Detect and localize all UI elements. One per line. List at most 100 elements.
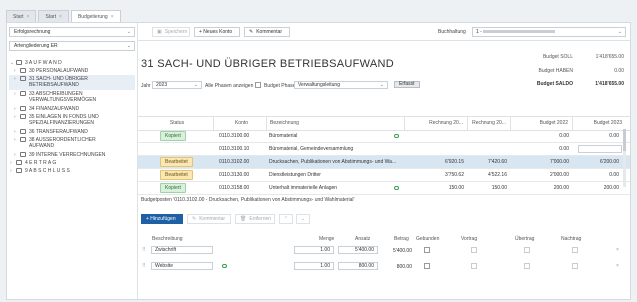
chevron-down-icon: ⌄ [193, 82, 198, 88]
comment-icon[interactable] [394, 186, 399, 190]
chevron-right-icon[interactable]: › [10, 160, 12, 166]
nachtrag-checkbox[interactable] [572, 263, 578, 269]
tree-node-35[interactable]: › 35 EINLAGEN IN FONDS UND SPEZIALFINANZ… [9, 113, 135, 128]
remove-button[interactable]: 🗑 Entfernen [235, 214, 275, 224]
chevron-down-icon[interactable]: ⌄ [10, 60, 14, 66]
ansatz-input[interactable]: 800.00 [338, 262, 378, 270]
tree-node-label: AUFWAND [29, 143, 55, 149]
tab-budgetierung[interactable]: Budgetierung × [70, 10, 121, 23]
chevron-right-icon[interactable]: › [14, 114, 16, 120]
bezeichnung-cell: Büromaterial, Gemeindeversammlung [269, 146, 354, 152]
tree-node-label: 4 E R T R A G [25, 160, 57, 166]
chevron-right-icon[interactable]: › [14, 152, 16, 158]
chevron-right-icon[interactable]: › [14, 129, 16, 135]
col-status[interactable]: Status [138, 117, 213, 130]
ansatz-input[interactable]: 5'400.00 [338, 246, 378, 254]
col-bezeichnung[interactable]: Bezeichnung [266, 117, 404, 130]
gebunden-checkbox[interactable] [424, 247, 430, 253]
new-account-label: + Neues Konto [199, 29, 233, 35]
save-button-label: Speichern [164, 29, 188, 35]
table-row[interactable]: Bearbeitet 0110.3130.00 Dienstleistungen… [138, 169, 630, 182]
gebunden-checkbox[interactable] [424, 263, 430, 269]
comment-icon[interactable] [222, 264, 227, 268]
tree-node-36[interactable]: › 36 TRANSFERAUFWAND [9, 128, 135, 136]
close-icon[interactable]: × [616, 263, 619, 269]
save-button[interactable]: ▣ Speichern [152, 27, 190, 37]
tree-node-33[interactable]: › 33 ABSCHREIBUNGEN VERWALTUNGSVERMÖGEN [9, 90, 135, 105]
budget-soll-label: Budget SOLL [542, 54, 573, 60]
chevron-down-icon: ⌄ [126, 43, 131, 49]
tree-node-aufwand[interactable]: ⌄ 3 A U F W A N D [9, 59, 135, 67]
beschreibung-input[interactable]: Website [151, 262, 213, 270]
tree-node-30[interactable]: › 30 PERSONALAUFWAND [9, 67, 135, 75]
folder-icon [20, 114, 26, 119]
tree-node-39[interactable]: › 39 INTERNE VERRECHNUNGEN [9, 151, 135, 159]
add-button[interactable]: + Hinzufügen [141, 214, 183, 224]
report-select-value: Erfolgsrechnung [14, 29, 51, 35]
close-icon[interactable]: × [27, 11, 30, 23]
main-panel: ▣ Speichern + Neues Konto ✎ Kommentar Buch… [138, 23, 630, 299]
col-konto[interactable]: Konto [213, 117, 266, 130]
col-rechnung-1[interactable]: Rechnung 20... [404, 117, 467, 130]
menge-input[interactable]: 1.00 [294, 246, 334, 254]
chevron-right-icon[interactable]: › [14, 68, 16, 74]
tab-start-1[interactable]: Start × [6, 10, 37, 23]
comment-button[interactable]: ✎ Kommentar [244, 27, 290, 37]
tree-node-abschluss[interactable]: › 9 A B S C H L U S S [9, 167, 135, 175]
beschreibung-input[interactable]: Zwischrift [151, 246, 213, 254]
budget-2023-input[interactable] [578, 145, 622, 153]
tree-node-label: 34 FINANZAUFWAND [29, 106, 80, 112]
col-rechnung-2[interactable]: Rechnung 20... [467, 117, 510, 130]
col-budget-2022[interactable]: Budget 2022 [510, 117, 572, 130]
chevron-right-icon[interactable]: › [14, 76, 16, 82]
scrollbar-thumb[interactable] [623, 129, 626, 151]
chevron-right-icon[interactable]: › [14, 106, 16, 112]
budget-phase-select[interactable]: Verwaltungsleitung ⌄ [294, 81, 388, 89]
table-row[interactable]: Bearbeitet 0110.3102.00 Drucksachen, Pub… [138, 156, 630, 169]
budget-haben-value: 0.00 [614, 68, 624, 74]
comment-icon[interactable] [394, 134, 399, 138]
chevron-right-icon[interactable]: › [10, 168, 12, 174]
new-account-button[interactable]: + Neues Konto [194, 27, 240, 37]
betrag-value: 800.00 [396, 264, 412, 270]
move-up-button[interactable]: ⌃ [279, 214, 293, 224]
report-select[interactable]: Erfolgsrechnung ⌄ [9, 27, 135, 37]
vortrag-checkbox[interactable] [471, 247, 477, 253]
chevron-right-icon[interactable]: › [14, 91, 16, 97]
comment-button[interactable]: ✎ Kommentar [187, 214, 231, 224]
table-row[interactable]: Kopiert 0110.3158.00 Unterhalt immaterie… [138, 182, 630, 195]
tab-start-2[interactable]: Start × [38, 10, 69, 23]
close-icon[interactable]: × [111, 11, 114, 23]
tree-node-ertrag[interactable]: › 4 E R T R A G [9, 159, 135, 167]
drag-handle-icon[interactable]: ⠿ [142, 248, 146, 253]
drag-handle-icon[interactable]: ⠿ [142, 264, 146, 269]
table-row[interactable]: Kopiert 0110.3100.00 Büromaterial 0.00 0… [138, 130, 630, 143]
close-icon[interactable]: × [59, 11, 62, 23]
structure-select[interactable]: Artengliederung ER ⌄ [9, 41, 135, 51]
tree-node-34[interactable]: › 34 FINANZAUFWAND [9, 105, 135, 113]
erfasst-button[interactable]: Erfasst [394, 81, 420, 88]
status-cell: Kopiert [157, 182, 212, 194]
chevron-right-icon[interactable]: › [14, 137, 16, 143]
col-budget-2023[interactable]: Budget 2023 [572, 117, 630, 130]
uebertrag-checkbox[interactable] [524, 247, 530, 253]
jahr-select[interactable]: 2023 ⌄ [152, 81, 202, 89]
move-down-button[interactable]: ⌄ [296, 214, 310, 224]
buchhaltung-select[interactable]: 1 - ⌄ [472, 27, 626, 37]
table-row[interactable]: 0110.3100.10 Büromaterial, Gemeindeversa… [138, 143, 630, 156]
grid-scrollbar[interactable] [623, 129, 626, 187]
account-tree: ⌄ 3 A U F W A N D › 30 PERSONALAUFWAND ›… [9, 59, 135, 175]
chevron-down-icon: ⌄ [126, 29, 131, 35]
nachtrag-checkbox[interactable] [572, 247, 578, 253]
chevron-up-icon: ⌃ [283, 216, 289, 222]
tree-node-38[interactable]: › 38 AUSSERORDENTLICHER AUFWAND [9, 136, 135, 151]
menge-input[interactable]: 1.00 [294, 262, 334, 270]
uebertrag-checkbox[interactable] [524, 263, 530, 269]
alle-phasen-checkbox[interactable] [255, 82, 261, 88]
budgetposten-title: Budgetposten '0110.3102.00 - Drucksachen… [141, 197, 355, 203]
tree-node-label: BETRIEBSAUFWAND [29, 82, 79, 88]
vortrag-checkbox[interactable] [471, 263, 477, 269]
tree-node-31[interactable]: › 31 SACH- UND ÜBRIGER BETRIEBSAUFWAND [9, 75, 135, 90]
budget-2022-cell: 0.00 [559, 133, 569, 139]
close-icon[interactable]: × [616, 247, 619, 253]
